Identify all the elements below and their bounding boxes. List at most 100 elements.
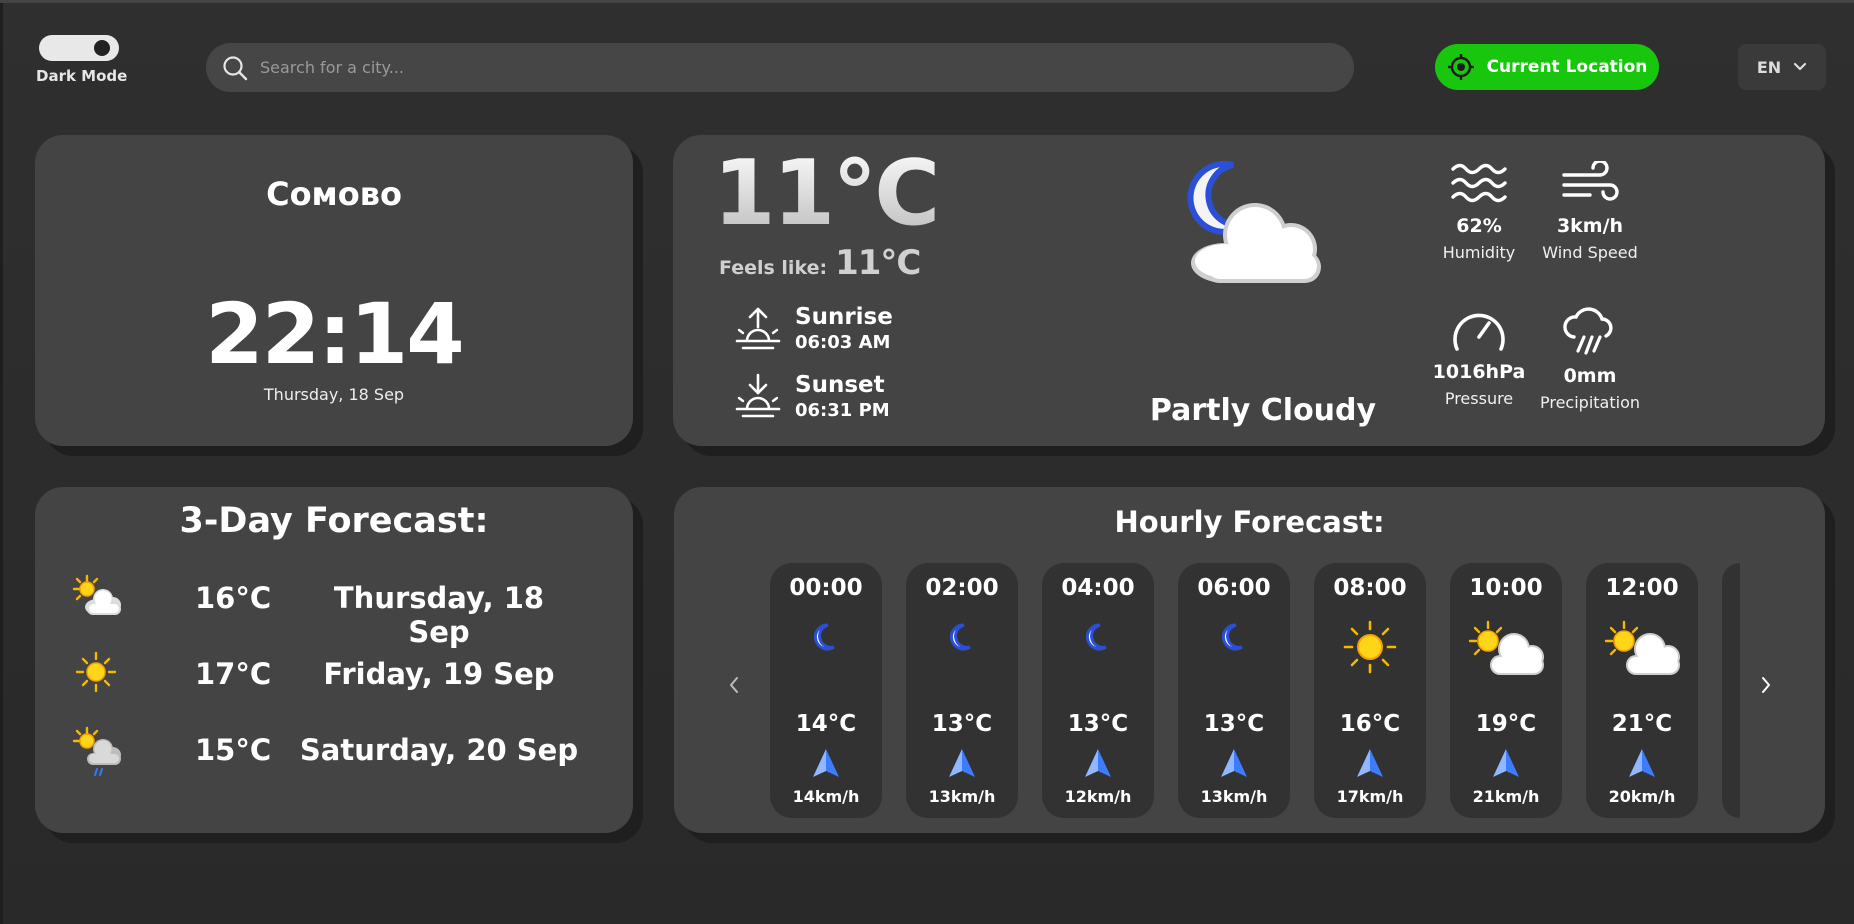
dark-mode-label: Dark Mode (36, 67, 128, 85)
wind-speed-value: 3km/h (1556, 215, 1624, 237)
toggle-knob (94, 40, 110, 56)
sun-cloud-icon (1468, 620, 1544, 675)
hourly-forecast-card: Hourly Forecast: 00:00 14°C 14km/h 02:00… (674, 487, 1825, 833)
local-time: 22:14 (205, 285, 464, 383)
forecast-row: 16°C Thursday, 18 Sep (69, 573, 609, 649)
local-date: Thursday, 18 Sep (263, 385, 405, 404)
forecast-date: Friday, 19 Sep (323, 657, 555, 691)
hour-tile: 06:00 13°C 13km/h (1178, 563, 1290, 818)
hour-time: 08:00 (1333, 575, 1407, 601)
humidity-waves-icon (1451, 163, 1507, 203)
language-select[interactable]: EN (1738, 44, 1826, 90)
precipitation-label: Precipitation (1539, 393, 1640, 412)
moon-icon (1221, 623, 1243, 651)
wind-direction-arrow-icon (813, 749, 839, 777)
hour-temp: 13°C (931, 711, 993, 737)
hour-temp: 13°C (1067, 711, 1129, 737)
feels-like-value: 11°C (835, 243, 921, 283)
sun-cloud-icon (1604, 620, 1680, 675)
hour-tile: 08:00 16°C 17km/h (1314, 563, 1426, 818)
chevron-down-icon (1794, 62, 1807, 71)
pressure-label: Pressure (1444, 389, 1514, 408)
search-input[interactable] (258, 57, 1262, 78)
hour-time: 06:00 (1197, 575, 1271, 601)
chevron-right-icon (1762, 677, 1770, 693)
forecast-temp: 16°C (195, 581, 272, 615)
humidity-stat: 62% Humidity (1424, 161, 1534, 262)
hour-tile-partial (1722, 563, 1740, 818)
current-location-button[interactable]: Current Location (1435, 44, 1659, 90)
hour-tile: 00:00 14°C 14km/h (770, 563, 882, 818)
wind-direction-arrow-icon (949, 749, 975, 777)
forecast-date: Thursday, 18 Sep (333, 581, 545, 649)
language-value: EN (1756, 57, 1782, 77)
gauge-icon (1453, 313, 1505, 351)
hour-time: 04:00 (1061, 575, 1135, 601)
hour-temp: 16°C (1339, 711, 1401, 737)
window-edge (0, 3, 3, 924)
sunset-row: Sunset 06:31 PM (733, 371, 890, 421)
hour-wind: 14km/h (792, 787, 860, 806)
hour-tile: 02:00 13°C 13km/h (906, 563, 1018, 818)
hour-temp: 21°C (1611, 711, 1673, 737)
feels-like: Feels like: 11°C (719, 243, 921, 283)
wind-direction-arrow-icon (1629, 749, 1655, 777)
sunrise-icon (735, 307, 781, 350)
sunset-label: Sunset (795, 371, 885, 398)
current-weather-card: 11°C Feels like: 11°C Sunrise 06:03 AM S… (673, 135, 1825, 446)
wind-stat: 3km/h Wind Speed (1535, 159, 1645, 262)
moon-icon (949, 623, 971, 651)
sun-cloud-icon (72, 574, 121, 615)
hour-wind: 12km/h (1064, 787, 1132, 806)
wind-direction-arrow-icon (1357, 749, 1383, 777)
sun-icon (75, 651, 117, 693)
hour-time: 12:00 (1605, 575, 1679, 601)
current-location-label: Current Location (1486, 57, 1648, 77)
sun-icon (1343, 620, 1397, 674)
pressure-stat: 1016hPa Pressure (1424, 307, 1534, 408)
forecast-row: 17°C Friday, 19 Sep (69, 649, 609, 699)
feels-like-label: Feels like: (719, 257, 828, 279)
sunrise-label: Sunrise (795, 303, 893, 330)
hour-temp: 14°C (795, 711, 857, 737)
dark-mode-toggle[interactable]: Dark Mode (36, 35, 128, 85)
precipitation-value: 0mm (1563, 365, 1617, 387)
wind-speed-label: Wind Speed (1542, 243, 1638, 262)
hour-time: 10:00 (1469, 575, 1543, 601)
crosshair-icon (1447, 54, 1474, 80)
rain-cloud-icon (1563, 307, 1613, 355)
moon-icon (1085, 623, 1107, 651)
search-bar[interactable] (206, 43, 1354, 92)
moon-cloud-icon (1187, 160, 1321, 283)
humidity-label: Humidity (1442, 243, 1516, 262)
forecast-title: 3-Day Forecast: (179, 501, 489, 541)
hour-temp: 13°C (1203, 711, 1265, 737)
moon-icon (813, 623, 835, 651)
wind-direction-arrow-icon (1085, 749, 1111, 777)
city-clock-card: Сомово 22:14 Thursday, 18 Sep (35, 135, 633, 446)
wind-icon (1562, 159, 1619, 201)
hour-time: 00:00 (789, 575, 863, 601)
sunrise-time: 06:03 AM (795, 331, 891, 353)
hour-temp: 19°C (1475, 711, 1537, 737)
sunrise-row: Sunrise 06:03 AM (733, 303, 893, 353)
wind-direction-arrow-icon (1221, 749, 1247, 777)
sun-cloud-rain-icon (72, 726, 121, 776)
forecast-temp: 15°C (195, 733, 272, 767)
city-name: Сомово (266, 175, 402, 213)
hourly-next-button[interactable] (1760, 675, 1772, 700)
sunset-time: 06:31 PM (795, 399, 890, 421)
hour-wind: 21km/h (1472, 787, 1540, 806)
hourly-prev-button[interactable] (728, 675, 740, 700)
hour-wind: 20km/h (1608, 787, 1676, 806)
forecast-temp: 17°C (195, 657, 272, 691)
hour-wind: 17km/h (1336, 787, 1404, 806)
weather-app: Dark Mode Current Location EN Сомово 22:… (0, 0, 1854, 924)
forecast-date: Saturday, 20 Sep (299, 733, 579, 767)
precipitation-stat: 0mm Precipitation (1535, 307, 1645, 412)
sunset-icon (735, 373, 781, 418)
wind-direction-arrow-icon (1493, 749, 1519, 777)
toggle-track[interactable] (39, 35, 119, 61)
hour-tile: 10:00 19°C 21km/h (1450, 563, 1562, 818)
chevron-left-icon (730, 677, 738, 693)
